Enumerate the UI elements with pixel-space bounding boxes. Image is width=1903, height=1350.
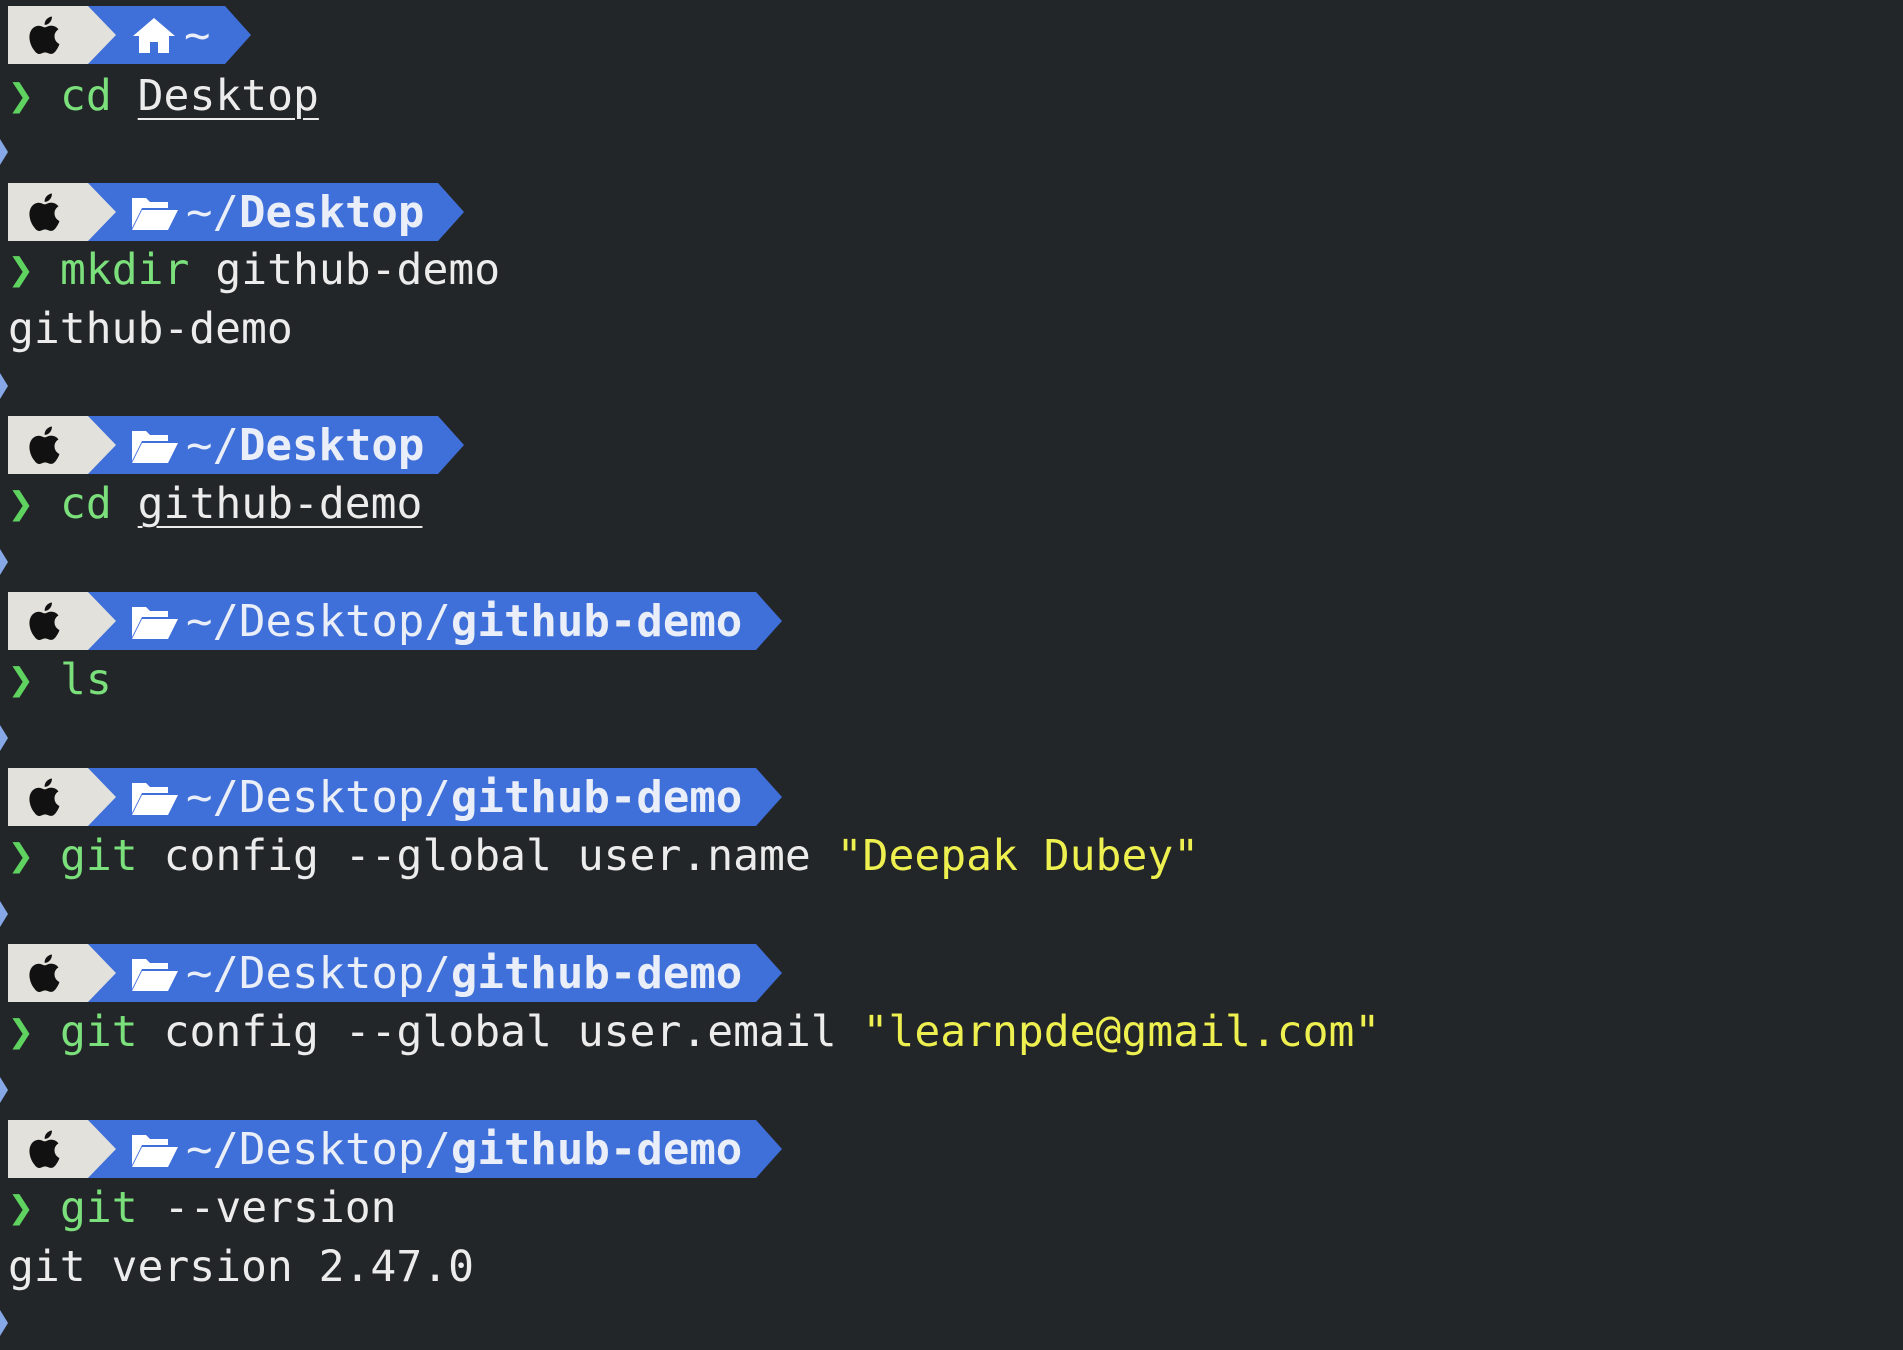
os-segment [8, 768, 116, 826]
prompt-segment-bar: ~/Desktop/github-demo [8, 592, 783, 650]
command-name: cd [60, 71, 112, 121]
path-text-bold: github-demo [450, 947, 743, 999]
path-text: ~ [184, 9, 211, 61]
chevron-right-icon [0, 549, 8, 575]
prompt-segment-bar: ~ [8, 6, 250, 64]
command-line: ❯ git config --global user.email "learnpd… [8, 1003, 1380, 1061]
command-string: "learnpde@gmail.com" [862, 1007, 1381, 1057]
command-args: config --global user.name [163, 831, 811, 881]
path-text-bold: github-demo [450, 1123, 743, 1175]
command-name: ls [60, 655, 112, 705]
path-text: ~/Desktop/ [186, 595, 451, 647]
command-name: cd [60, 479, 112, 529]
command-line: ❯ cd Desktop [8, 67, 319, 125]
path-text-bold: github-demo [450, 595, 743, 647]
apple-icon [25, 192, 61, 232]
path-segment: ~/Desktop/github-demo [88, 1120, 783, 1178]
apple-icon [25, 1129, 61, 1169]
command-output: git version 2.47.0 [8, 1242, 474, 1292]
command-args: --version [163, 1183, 397, 1233]
os-segment [8, 416, 116, 474]
os-segment [8, 183, 116, 241]
path-text: ~/ [186, 186, 239, 238]
apple-icon [25, 777, 61, 817]
chevron-right-icon [0, 901, 8, 927]
os-segment [8, 1120, 116, 1178]
folder-open-icon [130, 1129, 180, 1169]
chevron-right-icon [0, 1077, 8, 1103]
path-text: ~/Desktop/ [186, 947, 451, 999]
prompt-chevron: ❯ [8, 831, 34, 881]
prompt-chevron: ❯ [8, 245, 34, 295]
path-text-bold: Desktop [238, 186, 425, 238]
apple-icon [25, 15, 61, 55]
folder-open-icon [130, 601, 180, 641]
command-line: ❯ mkdir github-demo [8, 241, 500, 299]
command-output: github-demo [8, 304, 293, 354]
path-text: ~/Desktop/ [186, 1123, 451, 1175]
prompt-segment-bar: ~/Desktop/github-demo [8, 944, 783, 1002]
chevron-right-icon [0, 725, 8, 751]
path-segment: ~/Desktop/github-demo [88, 592, 783, 650]
prompt-segment-bar: ~/Desktop [8, 416, 465, 474]
command-name: git [60, 831, 138, 881]
prompt-chevron: ❯ [8, 1183, 34, 1233]
terminal-window[interactable]: ~ ❯ cd Desktop ~/Desktop ❯ mkdir github-de… [0, 0, 1903, 1350]
command-name: git [60, 1183, 138, 1233]
folder-open-icon [130, 953, 180, 993]
path-segment: ~/Desktop [88, 416, 465, 474]
os-segment [8, 592, 116, 650]
prompt-chevron: ❯ [8, 479, 34, 529]
path-text: ~/ [186, 419, 239, 471]
chevron-right-icon [0, 373, 8, 399]
folder-open-icon [130, 425, 180, 465]
prompt-segment-bar: ~/Desktop/github-demo [8, 768, 783, 826]
command-name: mkdir [60, 245, 190, 295]
prompt-chevron: ❯ [8, 1007, 34, 1057]
command-line: ❯ cd github-demo [8, 475, 422, 533]
path-text-bold: github-demo [450, 771, 743, 823]
os-segment [8, 944, 116, 1002]
command-name: git [60, 1007, 138, 1057]
command-args: github-demo [215, 245, 501, 295]
command-args: config --global user.email [163, 1007, 837, 1057]
home-icon [130, 15, 178, 55]
apple-icon [25, 953, 61, 993]
command-args[interactable]: Desktop [138, 71, 319, 121]
command-args[interactable]: github-demo [138, 479, 423, 529]
prompt-chevron: ❯ [8, 655, 34, 705]
path-segment: ~/Desktop [88, 183, 465, 241]
command-line: ❯ git --version [8, 1179, 397, 1237]
path-segment: ~/Desktop/github-demo [88, 768, 783, 826]
command-line: ❯ git config --global user.name "Deepak D… [8, 827, 1199, 885]
command-string: "Deepak Dubey" [836, 831, 1200, 881]
path-segment: ~/Desktop/github-demo [88, 944, 783, 1002]
command-line: ❯ ls [8, 651, 112, 709]
folder-open-icon [130, 777, 180, 817]
apple-icon [25, 425, 61, 465]
path-text: ~/Desktop/ [186, 771, 451, 823]
prompt-chevron: ❯ [8, 71, 34, 121]
folder-open-icon [130, 192, 180, 232]
prompt-segment-bar: ~/Desktop/github-demo [8, 1120, 783, 1178]
apple-icon [25, 601, 61, 641]
os-segment [8, 6, 116, 64]
chevron-right-icon [0, 1310, 8, 1336]
prompt-segment-bar: ~/Desktop [8, 183, 465, 241]
chevron-right-icon [0, 139, 8, 165]
path-text-bold: Desktop [238, 419, 425, 471]
